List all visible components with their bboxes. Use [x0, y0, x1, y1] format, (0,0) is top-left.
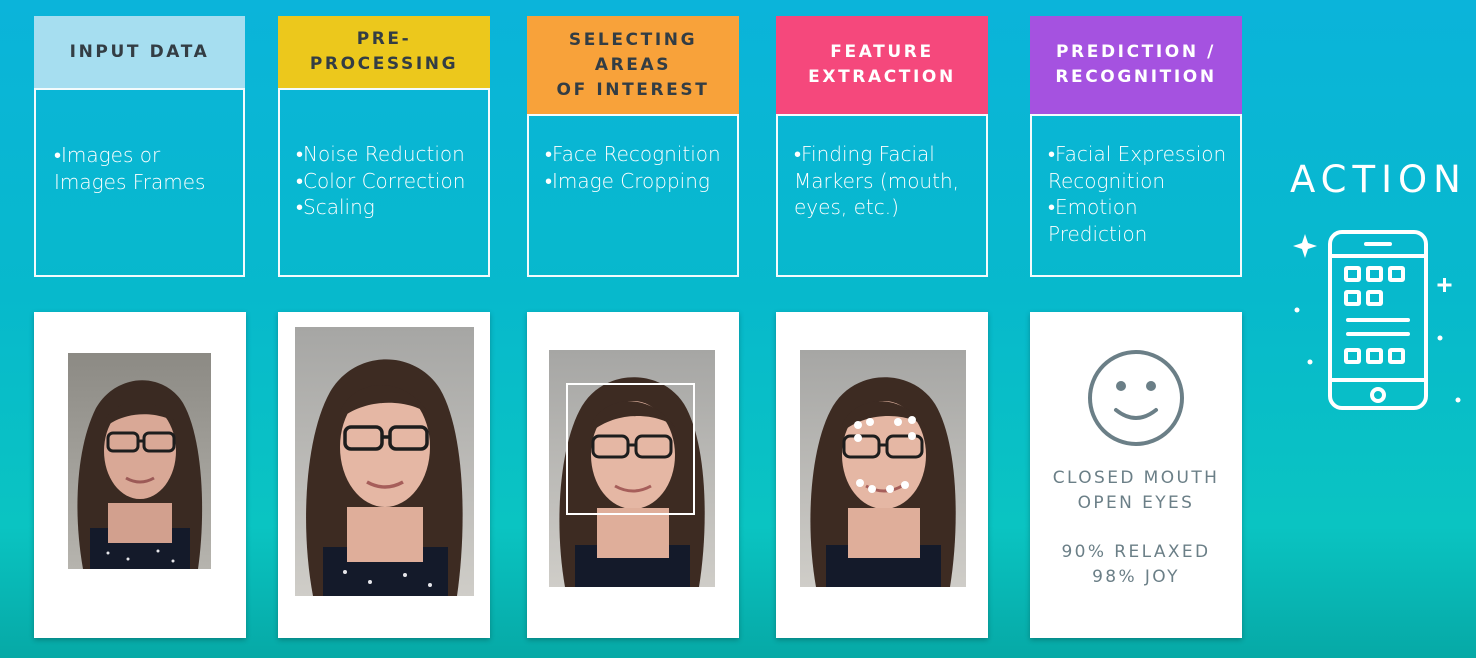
stage-box-selecting-areas: •Face Recognition •Image Cropping	[527, 114, 739, 277]
action-title: ACTION	[1290, 158, 1467, 201]
pipeline-diagram: INPUT DATA •Images or Images Frames PRE-…	[0, 0, 1476, 658]
card-cropped-photo	[527, 312, 739, 638]
face-photo	[295, 327, 474, 596]
face-photo	[68, 353, 211, 569]
stage-box-prediction: •Facial Expression Recognition •Emotion …	[1030, 114, 1242, 277]
stage-box-input-data: •Images or Images Frames	[34, 88, 245, 277]
stage-header-pre-processing: PRE-PROCESSING	[278, 16, 490, 88]
sparkle-icon	[1293, 234, 1317, 258]
stage-bullets: •Noise Reduction •Color Correction •Scal…	[296, 142, 466, 219]
card-preprocessed-photo	[278, 312, 490, 638]
stage-title: PREDICTION / RECOGNITION	[1055, 42, 1217, 87]
emotion-scores: 90% RELAXED 98% JOY	[1061, 542, 1211, 587]
smiley-face-icon	[1088, 350, 1184, 446]
stage-box-feature-extraction: •Finding Facial Markers (mouth, eyes, et…	[776, 114, 988, 277]
face-photo	[800, 350, 966, 587]
smartphone-app-icon	[1293, 230, 1461, 410]
expression-state: CLOSED MOUTH OPEN EYES	[1052, 468, 1220, 513]
stage-title: FEATURE EXTRACTION	[808, 42, 956, 87]
stage-bullets: •Face Recognition •Image Cropping	[545, 142, 721, 193]
card-landmark-photo	[776, 312, 988, 638]
card-prediction-result: CLOSED MOUTH OPEN EYES 90% RELAXED 98% J…	[1030, 312, 1242, 638]
stage-header-selecting-areas: SELECTING AREAS OF INTEREST	[527, 16, 739, 114]
stage-header-feature-extraction: FEATURE EXTRACTION	[776, 16, 988, 114]
stage-title: PRE-PROCESSING	[309, 29, 459, 74]
stage-bullets: •Finding Facial Markers (mouth, eyes, et…	[794, 142, 959, 219]
stage-box-pre-processing: •Noise Reduction •Color Correction •Scal…	[278, 88, 490, 277]
stage-header-input-data: INPUT DATA	[34, 16, 245, 88]
stage-title: SELECTING AREAS OF INTEREST	[556, 29, 710, 100]
stage-title: INPUT DATA	[69, 41, 210, 62]
stage-bullets: •Facial Expression Recognition •Emotion …	[1048, 142, 1227, 246]
stage-header-prediction: PREDICTION / RECOGNITION	[1030, 16, 1242, 114]
stage-bullets: •Images or Images Frames	[54, 143, 206, 194]
card-input-photo	[34, 312, 246, 638]
face-photo	[549, 350, 715, 587]
